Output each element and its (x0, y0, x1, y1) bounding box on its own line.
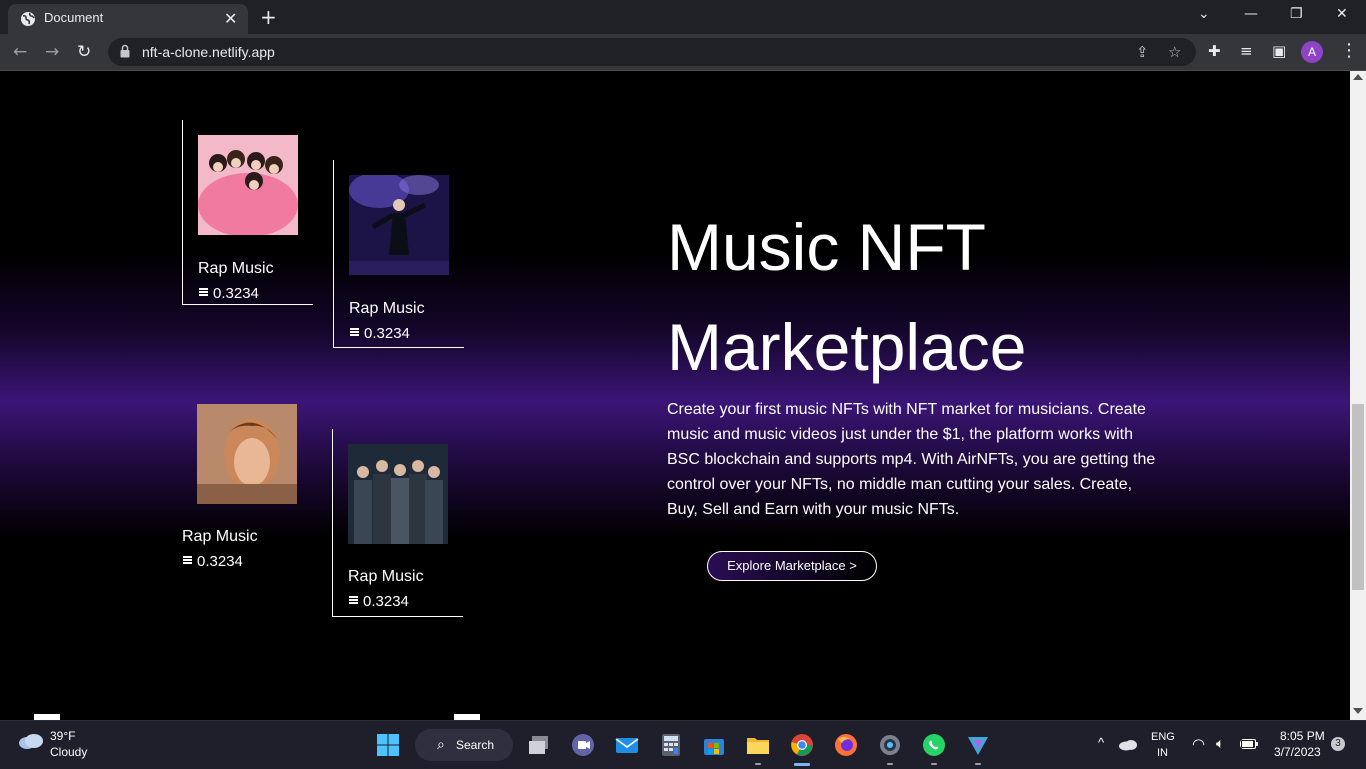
nft-card[interactable]: Rap Music 0.3234 (182, 120, 313, 305)
card-title: Rap Music (349, 300, 425, 317)
running-indicator (755, 763, 761, 765)
address-bar[interactable]: nft-a-clone.netlify.app ⇪ ☆ (108, 38, 1196, 66)
reload-icon[interactable]: ↻ (77, 42, 91, 62)
notification-badge[interactable]: 3 (1331, 737, 1345, 751)
page-scrollbar[interactable] (1350, 71, 1366, 720)
nft-card[interactable]: Rap Music 0.3234 (332, 429, 463, 617)
star-icon[interactable]: ☆ (1168, 43, 1181, 61)
card-price: 0.3234 (199, 285, 259, 302)
language-region[interactable]: IN (1157, 747, 1168, 759)
card-title: Rap Music (348, 568, 424, 585)
scrollbar-thumb[interactable] (1352, 404, 1364, 590)
mail-icon[interactable] (615, 733, 639, 757)
forward-icon[interactable]: → (45, 42, 59, 62)
speaker-icon[interactable]: 🔈︎ (1216, 735, 1224, 752)
browser-tab[interactable]: Document ✕ (8, 4, 248, 34)
file-explorer-icon[interactable] (746, 733, 770, 757)
eth-icon (350, 327, 359, 337)
running-indicator (887, 763, 893, 765)
browser-titlebar: Document ✕ + ⌄ — ❐ ✕ (0, 0, 1366, 34)
windows-taskbar: 39°F Cloudy ⌕ Search ^ ENG IN ◠ 🔈︎ 8:05 … (0, 720, 1366, 769)
card-price: 0.3234 (183, 553, 243, 570)
language-indicator[interactable]: ENG (1151, 731, 1175, 743)
page-content: Rap Music 0.3234 Rap Music 0.3234 Rap Mu… (0, 71, 1350, 720)
album-art-image (348, 444, 448, 544)
vpn-icon[interactable] (966, 733, 990, 757)
card-price: 0.3234 (350, 325, 410, 342)
chrome-icon[interactable] (790, 733, 814, 757)
cloud-icon[interactable] (18, 733, 44, 749)
card-title: Rap Music (198, 260, 274, 277)
minimize-icon[interactable]: — (1244, 6, 1258, 22)
card-price: 0.3234 (349, 593, 409, 610)
battery-icon[interactable] (1240, 739, 1258, 749)
scroll-down-icon[interactable] (1353, 708, 1363, 714)
weather-condition[interactable]: Cloudy (50, 745, 87, 759)
album-art-image (197, 404, 297, 504)
running-indicator (975, 763, 981, 765)
teams-chat-icon[interactable] (571, 733, 595, 757)
new-tab-button[interactable]: + (260, 5, 277, 29)
windows-start-icon[interactable] (376, 733, 400, 757)
clock-date[interactable]: 3/7/2023 (1274, 745, 1321, 759)
profile-avatar[interactable]: A (1301, 41, 1323, 63)
eth-icon (199, 287, 208, 297)
eth-icon (183, 555, 192, 565)
menu-icon[interactable]: ⋮ (1340, 40, 1358, 61)
hero-description: Create your first music NFTs with NFT ma… (667, 401, 1156, 518)
scroll-up-icon[interactable] (1353, 74, 1363, 80)
eth-icon (349, 595, 358, 605)
extensions-icon[interactable]: ✚ (1208, 42, 1221, 60)
tab-close-icon[interactable]: ✕ (224, 9, 237, 28)
firefox-icon[interactable] (834, 733, 858, 757)
url-text: nft-a-clone.netlify.app (142, 44, 275, 60)
lock-icon (120, 44, 130, 58)
onedrive-icon[interactable] (1118, 737, 1138, 751)
nft-card[interactable]: Rap Music 0.3234 (182, 404, 312, 584)
whatsapp-icon[interactable] (922, 733, 946, 757)
restore-icon[interactable]: ❐ (1290, 6, 1303, 22)
settings-icon[interactable] (878, 733, 902, 757)
close-window-icon[interactable]: ✕ (1336, 6, 1348, 22)
weather-temp[interactable]: 39°F (50, 729, 75, 743)
hero-title-line1: Music NFT (667, 210, 986, 284)
tab-title: Document (44, 10, 104, 25)
media-icon[interactable]: ≡ (1240, 42, 1253, 60)
share-icon[interactable]: ⇪ (1136, 43, 1149, 61)
nft-card[interactable]: Rap Music 0.3234 (333, 160, 464, 348)
browser-toolbar: ← → ↻ nft-a-clone.netlify.app ⇪ ☆ (0, 34, 1366, 71)
card-title: Rap Music (182, 528, 258, 545)
taskbar-search[interactable]: ⌕ Search (415, 729, 513, 761)
search-label: Search (456, 738, 495, 752)
store-icon[interactable] (702, 733, 726, 757)
calculator-icon[interactable] (659, 733, 683, 757)
show-hidden-icons-icon[interactable]: ^ (1098, 735, 1104, 750)
explore-marketplace-button[interactable]: Explore Marketplace > (707, 551, 877, 581)
globe-icon (21, 12, 35, 26)
sidepanel-icon[interactable]: ▣ (1272, 42, 1286, 60)
album-art-image (198, 135, 298, 235)
clock-time[interactable]: 8:05 PM (1280, 729, 1325, 743)
task-view-icon[interactable] (527, 733, 551, 757)
wifi-icon[interactable]: ◠ (1192, 735, 1205, 753)
back-icon[interactable]: ← (13, 42, 27, 62)
running-indicator (931, 763, 937, 765)
album-art-image (349, 175, 449, 275)
tab-search-icon[interactable]: ⌄ (1198, 6, 1210, 22)
active-app-indicator (794, 763, 810, 766)
hero-title-line2: Marketplace (667, 310, 1027, 384)
search-icon: ⌕ (437, 737, 445, 753)
